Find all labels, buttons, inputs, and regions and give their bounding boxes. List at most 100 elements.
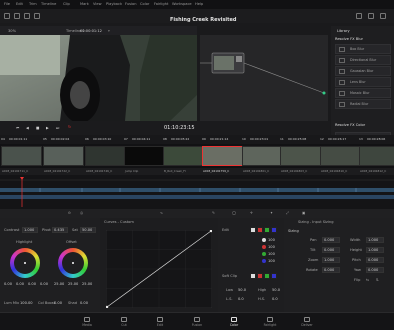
media-pool-icon[interactable] [4, 13, 10, 19]
menu-playback[interactable]: Playback [106, 2, 122, 6]
library-tab[interactable]: Library [337, 29, 350, 33]
curve-intensity[interactable]: 100 [268, 252, 275, 256]
sat-field[interactable]: 50.00 [80, 227, 96, 233]
green-channel-button[interactable] [264, 227, 270, 233]
clip-thumbnail[interactable] [320, 146, 361, 166]
clip-thumbnail[interactable] [43, 146, 84, 166]
highlight-wheel-handle[interactable] [24, 262, 26, 264]
lum-mix-value[interactable]: 100.00 [20, 301, 33, 305]
3d-icon[interactable]: ▣ [302, 211, 305, 215]
contrast-field[interactable]: 1.000 [22, 227, 38, 233]
pitch-field[interactable]: 0.000 [366, 257, 384, 263]
clip-thumbnail[interactable] [124, 146, 165, 166]
pivot-field[interactable]: 0.435 [52, 227, 68, 233]
curve-intensity[interactable]: 100 [268, 259, 275, 263]
window-icon[interactable]: ◯ [232, 211, 236, 215]
height-field[interactable]: 1.000 [366, 247, 384, 253]
fx-item[interactable]: Radial Blur [335, 99, 391, 109]
fx-item[interactable]: Gaussian Blur [335, 66, 391, 76]
page-color[interactable]: Color [227, 317, 241, 327]
timeline-tracks [0, 177, 394, 207]
green-channel-button[interactable] [264, 273, 270, 279]
menu-fairlight[interactable]: Fairlight [154, 2, 168, 6]
fx-item[interactable]: Lens Blur [335, 77, 391, 87]
zoom-field[interactable]: 1.000 [322, 257, 340, 263]
tracker-icon[interactable]: ✛ [250, 211, 253, 215]
menu-timeline[interactable]: Timeline [41, 2, 56, 6]
menu-workspace[interactable]: Workspace [172, 2, 192, 6]
wheels-icon[interactable]: ◎ [80, 211, 83, 215]
clip-thumbnail[interactable] [280, 146, 321, 166]
soft-clip-ls-value[interactable]: 0.0 [238, 297, 244, 301]
sizing-icon[interactable]: ⤢ [286, 211, 289, 215]
page-fusion[interactable]: Fusion [190, 317, 204, 327]
menu-mark[interactable]: Mark [80, 2, 89, 6]
pan-field[interactable]: 0.000 [322, 237, 340, 243]
qualifier-icon[interactable]: ✎ [212, 211, 215, 215]
gallery-icon[interactable] [24, 13, 30, 19]
page-edit[interactable]: Edit [153, 317, 167, 327]
menu-file[interactable]: File [4, 2, 10, 6]
play-icon[interactable]: ▶ [46, 126, 49, 130]
fx-item[interactable]: Mosaic Blur [335, 88, 391, 98]
offset-wheel-handle[interactable] [72, 262, 74, 264]
settings-icon[interactable] [380, 13, 386, 19]
page-fairlight[interactable]: Fairlight [263, 317, 277, 327]
curve-intensity[interactable]: 100 [268, 238, 275, 242]
soft-clip-low-value[interactable]: 50.0 [238, 288, 246, 292]
page-media[interactable]: Media [80, 317, 94, 327]
skip-start-icon[interactable]: ⏮ [16, 126, 19, 130]
magic-mask-icon[interactable]: ✦ [270, 211, 273, 215]
skip-end-icon[interactable]: ⏭ [56, 126, 59, 130]
menu-help[interactable]: Help [195, 2, 203, 6]
luma-channel-button[interactable] [250, 273, 256, 279]
menu-clip[interactable]: Clip [63, 2, 70, 6]
flip-horizontal-icon[interactable]: ⇆ [366, 278, 369, 282]
blue-channel-button[interactable] [271, 227, 277, 233]
clip-thumbnail[interactable] [85, 146, 126, 166]
viewer-image[interactable] [0, 35, 197, 121]
soft-clip-high-value[interactable]: 50.0 [272, 288, 280, 292]
menu-trim[interactable]: Trim [29, 2, 37, 6]
chevron-down-icon[interactable]: ▾ [108, 29, 110, 33]
curve-intensity[interactable]: 100 [268, 245, 275, 249]
curve-graph[interactable] [106, 230, 212, 308]
menu-fusion[interactable]: Fusion [125, 2, 137, 6]
zoom-level[interactable]: 30% [8, 29, 16, 33]
yaw-field[interactable]: 0.000 [366, 267, 384, 273]
clip-thumbnail[interactable] [242, 146, 283, 166]
page-deliver[interactable]: Deliver [300, 317, 314, 327]
step-back-icon[interactable]: ◀ [26, 126, 29, 130]
shad-value[interactable]: 0.00 [80, 301, 88, 305]
flip-vertical-icon[interactable]: ⇅ [376, 278, 379, 282]
fx-item[interactable]: Directional Blur [335, 55, 391, 65]
mini-timeline[interactable] [0, 175, 394, 209]
color-picker-icon[interactable]: ⊙ [68, 211, 71, 215]
red-channel-button[interactable] [257, 227, 263, 233]
clip-thumbnail[interactable] [163, 146, 204, 166]
luma-channel-button[interactable] [250, 227, 256, 233]
soft-clip-hs-value[interactable]: 0.0 [272, 297, 278, 301]
rotate-field[interactable]: 0.000 [322, 267, 340, 273]
width-field[interactable]: 1.000 [366, 237, 384, 243]
red-channel-button[interactable] [257, 273, 263, 279]
tilt-field[interactable]: 0.000 [322, 247, 340, 253]
blue-channel-button[interactable] [271, 273, 277, 279]
stop-icon[interactable]: ■ [36, 126, 39, 130]
clip-thumbnail[interactable] [359, 146, 394, 166]
menu-view[interactable]: View [93, 2, 102, 6]
loop-icon[interactable]: ↻ [68, 125, 71, 129]
menu-edit[interactable]: Edit [16, 2, 23, 6]
clip-thumbnail[interactable] [1, 146, 42, 166]
page-cut[interactable]: Cut [117, 317, 131, 327]
effects-icon[interactable] [368, 13, 374, 19]
menu-color[interactable]: Color [140, 2, 149, 6]
clip-thumbnail-selected[interactable] [202, 146, 243, 166]
curves-icon[interactable]: ∿ [160, 211, 163, 215]
lightbox-icon[interactable] [356, 13, 362, 19]
lut-icon[interactable] [14, 13, 20, 19]
col-boost-value[interactable]: 0.00 [54, 301, 62, 305]
fx-item[interactable]: Box Blur [335, 44, 391, 54]
node-editor[interactable] [200, 35, 328, 121]
clips-icon[interactable] [34, 13, 40, 19]
